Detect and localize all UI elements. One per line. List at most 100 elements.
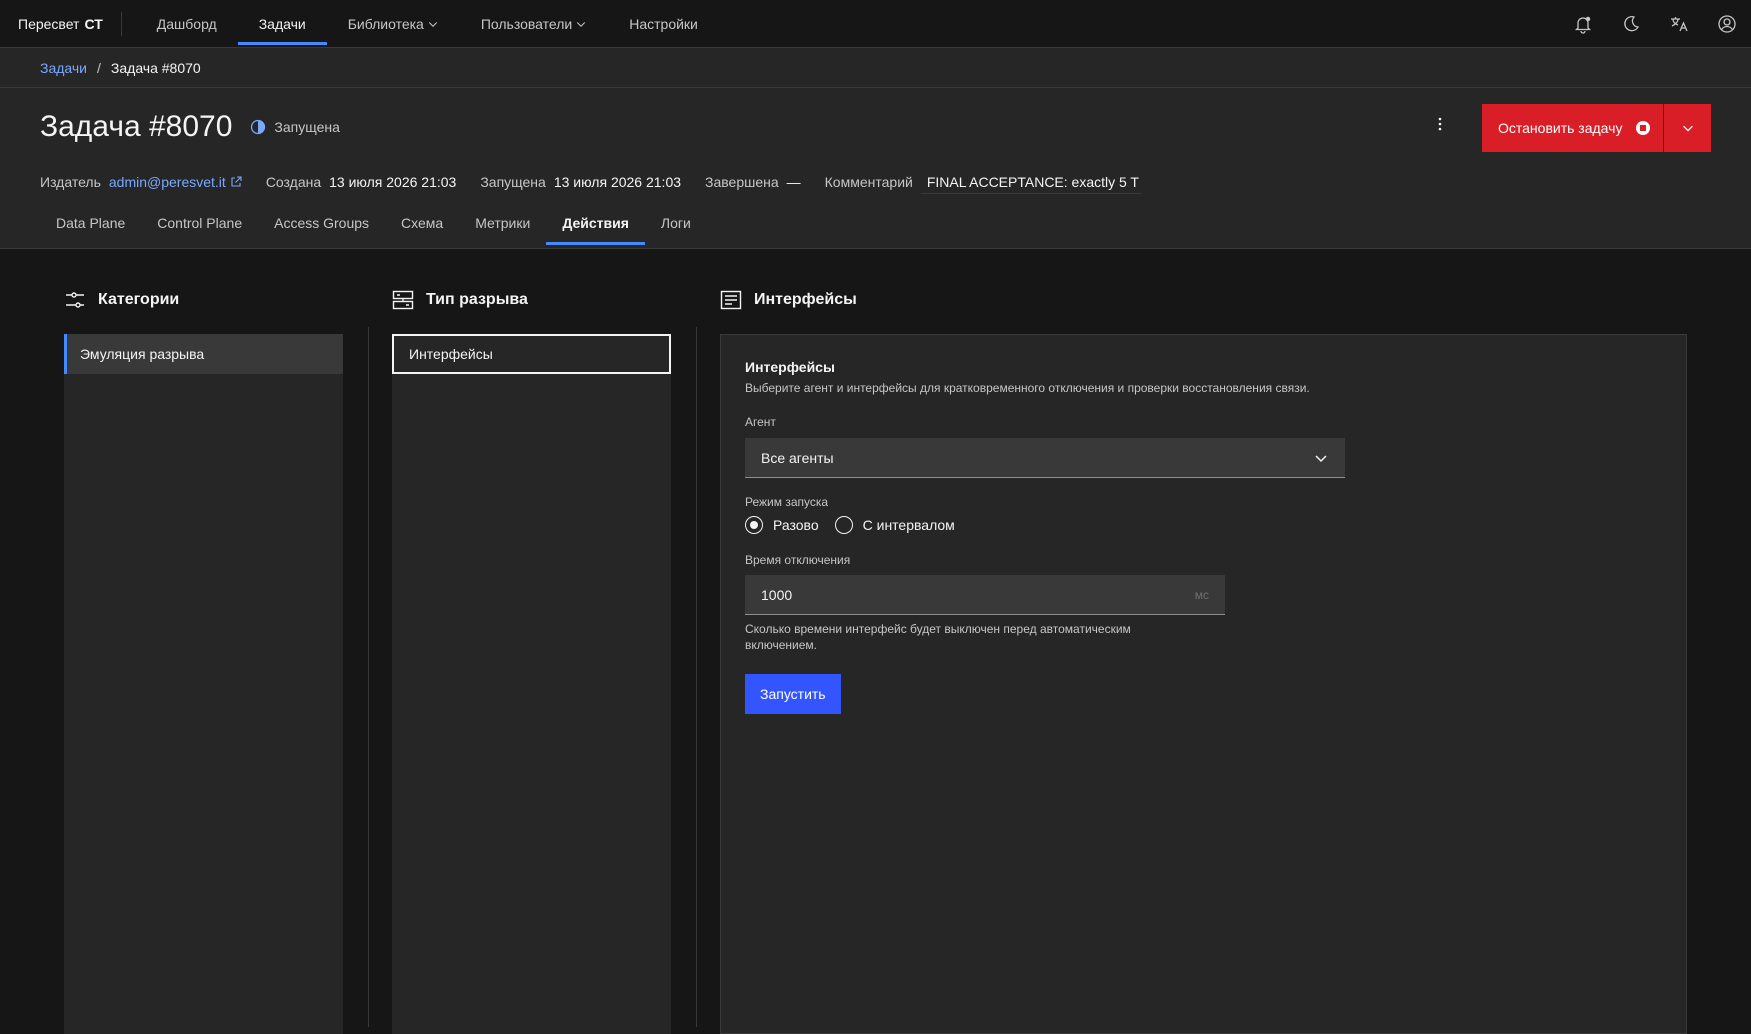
title-row: Задача #8070 Запущена <box>40 110 340 144</box>
main-nav: Дашборд Задачи Библиотека Пользователи Н… <box>136 0 719 47</box>
run-button[interactable]: Запустить <box>745 674 841 714</box>
chevron-down-icon <box>577 21 586 27</box>
nav-item-library[interactable]: Библиотека <box>327 0 460 47</box>
tab-schema[interactable]: Схема <box>385 201 459 245</box>
nav-label: Настройки <box>629 15 698 32</box>
started-label: Запущена <box>480 174 546 190</box>
nav-item-dashboard[interactable]: Дашборд <box>136 0 238 47</box>
form-description: Выберите агент и интерфейсы для кратковр… <box>745 381 1310 395</box>
notification-icon <box>1574 16 1592 34</box>
page-title: Задача #8070 <box>40 110 233 143</box>
break-type-label: Интерфейсы <box>409 346 493 362</box>
created-value: 13 июля 2026 21:03 <box>329 174 457 190</box>
breadcrumb: Задачи / Задача #8070 <box>0 48 1751 88</box>
comment-field[interactable]: FINAL ACCEPTANCE: exactly 5 T <box>920 170 1141 194</box>
page-header: Задача #8070 Запущена Остановить задачу … <box>0 88 1751 249</box>
stop-icon <box>1636 121 1651 135</box>
created-label: Создана <box>265 174 322 190</box>
publisher-label: Издатель <box>40 174 101 190</box>
radio-once[interactable]: Разово <box>745 516 819 534</box>
actions-content: Категории Эмуляция разрыва Тип разрыва И… <box>0 249 1751 1034</box>
mode-radio-group: Разово С интервалом <box>745 516 955 534</box>
overflow-menu-button[interactable] <box>1424 104 1456 144</box>
top-header: Пересвет СТ Дашборд Задачи Библиотека По… <box>0 0 1751 48</box>
radio-interval-label: С интервалом <box>862 517 955 533</box>
radio-once-label: Разово <box>773 517 819 533</box>
chevron-down-icon <box>1682 125 1693 132</box>
agent-label: Агент <box>745 415 776 429</box>
overflow-menu-icon <box>1438 117 1442 131</box>
tab-actions[interactable]: Действия <box>546 201 645 245</box>
tab-data-plane[interactable]: Data Plane <box>40 201 141 245</box>
radio-interval[interactable]: С интервалом <box>834 516 955 534</box>
header-actions <box>1559 0 1751 47</box>
tab-metrics[interactable]: Метрики <box>459 201 546 245</box>
notifications-button[interactable] <box>1559 0 1607 48</box>
category-item[interactable]: Эмуляция разрыва <box>64 334 343 374</box>
break-type-title: Тип разрыва <box>426 291 528 308</box>
tab-access-groups[interactable]: Access Groups <box>258 201 385 245</box>
header-divider <box>120 11 122 36</box>
breadcrumb-current: Задача #8070 <box>110 59 201 76</box>
interfaces-form-panel: Интерфейсы Выберите агент и интерфейсы д… <box>720 334 1687 1034</box>
status-text: Запущена <box>274 119 340 135</box>
network-break-icon <box>392 290 414 310</box>
breadcrumb-tasks-link[interactable]: Задачи <box>40 60 87 76</box>
stop-task-label: Остановить задачу <box>1498 120 1623 136</box>
language-button[interactable] <box>1655 0 1703 48</box>
tab-logs[interactable]: Логи <box>645 201 707 245</box>
task-tabs: Data Plane Control Plane Access Groups С… <box>40 201 707 249</box>
break-type-panel: Интерфейсы <box>392 334 671 1034</box>
breadcrumb-separator: / <box>97 59 101 76</box>
stop-task-menu-button[interactable] <box>1664 104 1711 152</box>
downtime-input[interactable]: 1000 мс <box>745 575 1225 615</box>
finished-value: — <box>786 174 801 190</box>
brand-logo[interactable]: Пересвет СТ <box>0 0 121 47</box>
interfaces-heading: Интерфейсы <box>720 289 857 311</box>
column-divider <box>696 327 697 1027</box>
publisher-email: admin@peresvet.it <box>108 174 226 190</box>
break-type-item[interactable]: Интерфейсы <box>392 334 671 374</box>
chevron-down-icon <box>1315 454 1327 462</box>
moon-icon <box>1624 16 1640 32</box>
downtime-helper-text: Сколько времени интерфейс будет выключен… <box>745 622 1131 652</box>
category-label: Эмуляция разрыва <box>80 346 205 362</box>
mode-label: Режим запуска <box>745 495 829 509</box>
nav-item-settings[interactable]: Настройки <box>608 0 719 47</box>
comment-label: Комментарий <box>824 174 913 190</box>
task-meta: Издатель admin@peresvet.it Создана 13 ию… <box>40 170 1141 194</box>
tab-control-plane[interactable]: Control Plane <box>141 201 258 245</box>
in-progress-icon <box>251 119 266 135</box>
external-link-icon <box>231 176 242 187</box>
categories-heading: Категории <box>64 289 179 311</box>
agent-select[interactable]: Все агенты <box>745 438 1345 478</box>
theme-toggle-button[interactable] <box>1607 0 1655 48</box>
stop-task-button[interactable]: Остановить задачу <box>1482 104 1663 152</box>
publisher-link[interactable]: admin@peresvet.it <box>109 174 242 190</box>
break-type-heading: Тип разрыва <box>392 289 528 311</box>
categories-panel: Эмуляция разрыва <box>64 334 343 1034</box>
downtime-label: Время отключения <box>745 553 851 567</box>
sliders-icon <box>66 292 84 308</box>
document-list-icon <box>720 290 742 310</box>
status-badge: Запущена <box>250 119 340 135</box>
nav-label: Библиотека <box>347 15 424 32</box>
brand-name: Пересвет <box>18 15 80 32</box>
user-avatar-icon <box>1718 15 1736 33</box>
form-title: Интерфейсы <box>745 359 835 375</box>
nav-item-users[interactable]: Пользователи <box>460 0 608 47</box>
nav-item-tasks[interactable]: Задачи <box>237 0 327 47</box>
user-profile-button[interactable] <box>1703 0 1751 48</box>
interfaces-title: Интерфейсы <box>754 291 857 308</box>
nav-label: Дашборд <box>156 15 217 32</box>
finished-label: Завершена <box>705 174 779 190</box>
nav-label: Задачи <box>258 15 306 32</box>
radio-unchecked-icon <box>834 516 853 534</box>
column-divider <box>368 327 369 1027</box>
chevron-down-icon <box>428 21 437 27</box>
started-value: 13 июля 2026 21:03 <box>553 174 682 190</box>
interfaces-form-header: Интерфейсы Выберите агент и интерфейсы д… <box>745 359 1310 395</box>
translate-icon <box>1671 17 1688 32</box>
radio-checked-icon <box>745 516 763 534</box>
downtime-unit: мс <box>1194 587 1209 602</box>
